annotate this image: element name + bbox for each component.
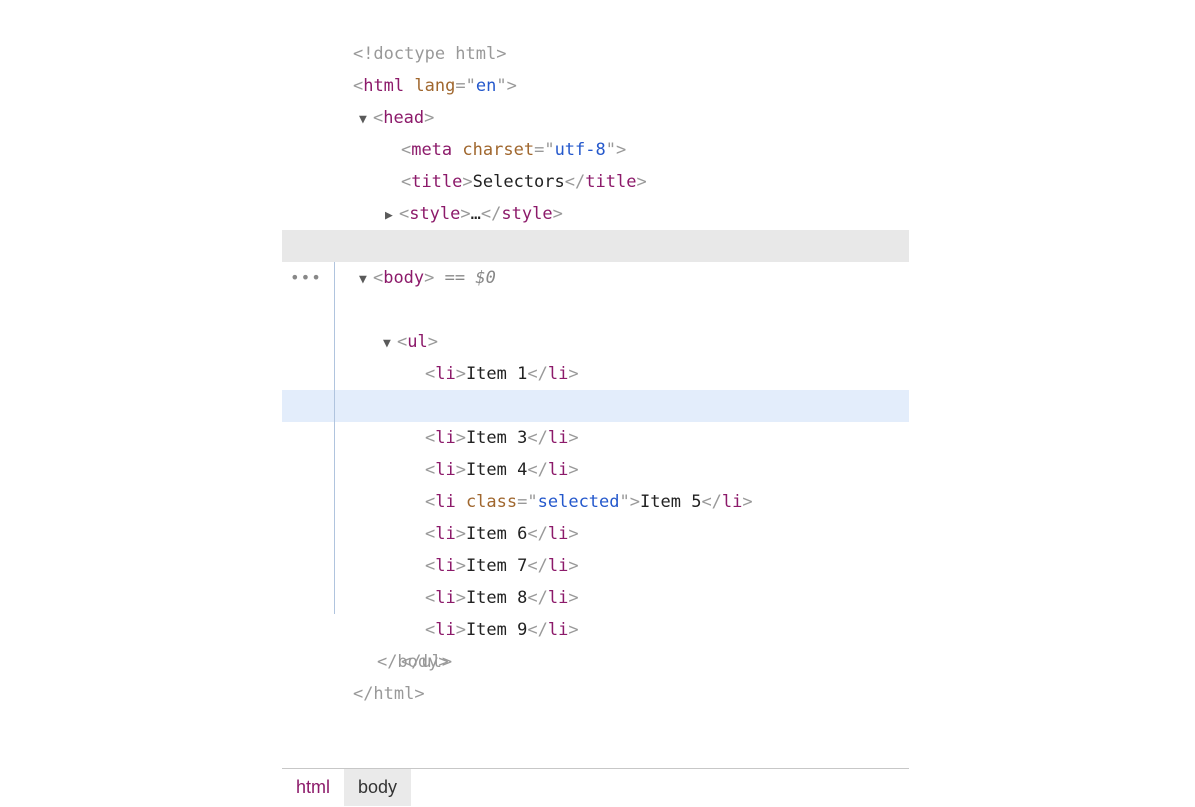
head-open-line[interactable]: <head> — [282, 70, 909, 102]
li-line-3[interactable]: <li>Item 3</li> — [282, 358, 909, 390]
ul-close-line[interactable]: </ul> — [282, 582, 909, 614]
meta-line[interactable]: <meta charset="utf-8"> — [282, 102, 909, 134]
body-close-line[interactable]: </body> — [282, 614, 909, 646]
li-line-1[interactable]: <li>Item 1</li> — [282, 294, 909, 326]
li-line-4[interactable]: <li>Item 4</li> — [282, 390, 909, 422]
dom-tree: <!doctype html> <html lang="en"> <head> … — [282, 6, 909, 678]
li-line-6[interactable]: <li>Item 6</li> — [282, 454, 909, 486]
html-close-line[interactable]: </html> — [282, 646, 909, 678]
head-close-line[interactable]: </head> — [282, 198, 909, 230]
html-open-line[interactable]: <html lang="en"> — [282, 38, 909, 70]
doctype-line[interactable]: <!doctype html> — [282, 6, 909, 38]
html-close: </html> — [353, 684, 425, 704]
li-line-7[interactable]: <li>Item 7</li> — [282, 486, 909, 518]
breadcrumb-bar: html body — [282, 768, 909, 806]
li-line-2[interactable]: <li>Item 2</li> — [282, 326, 909, 358]
style-line[interactable]: <style>…</style> — [282, 166, 909, 198]
li-line-8[interactable]: <li>Item 8</li> — [282, 518, 909, 550]
breadcrumb-body[interactable]: body — [344, 769, 411, 806]
body-open-line[interactable]: •••<body> == $0 — [282, 230, 909, 262]
ul-open-line[interactable]: <ul> — [282, 262, 909, 294]
li-line-9[interactable]: <li>Item 9</li> — [282, 550, 909, 582]
breadcrumb-html[interactable]: html — [282, 769, 344, 806]
li-line-5[interactable]: <li class="selected">Item 5</li> — [282, 422, 909, 454]
title-line[interactable]: <title>Selectors</title> — [282, 134, 909, 166]
